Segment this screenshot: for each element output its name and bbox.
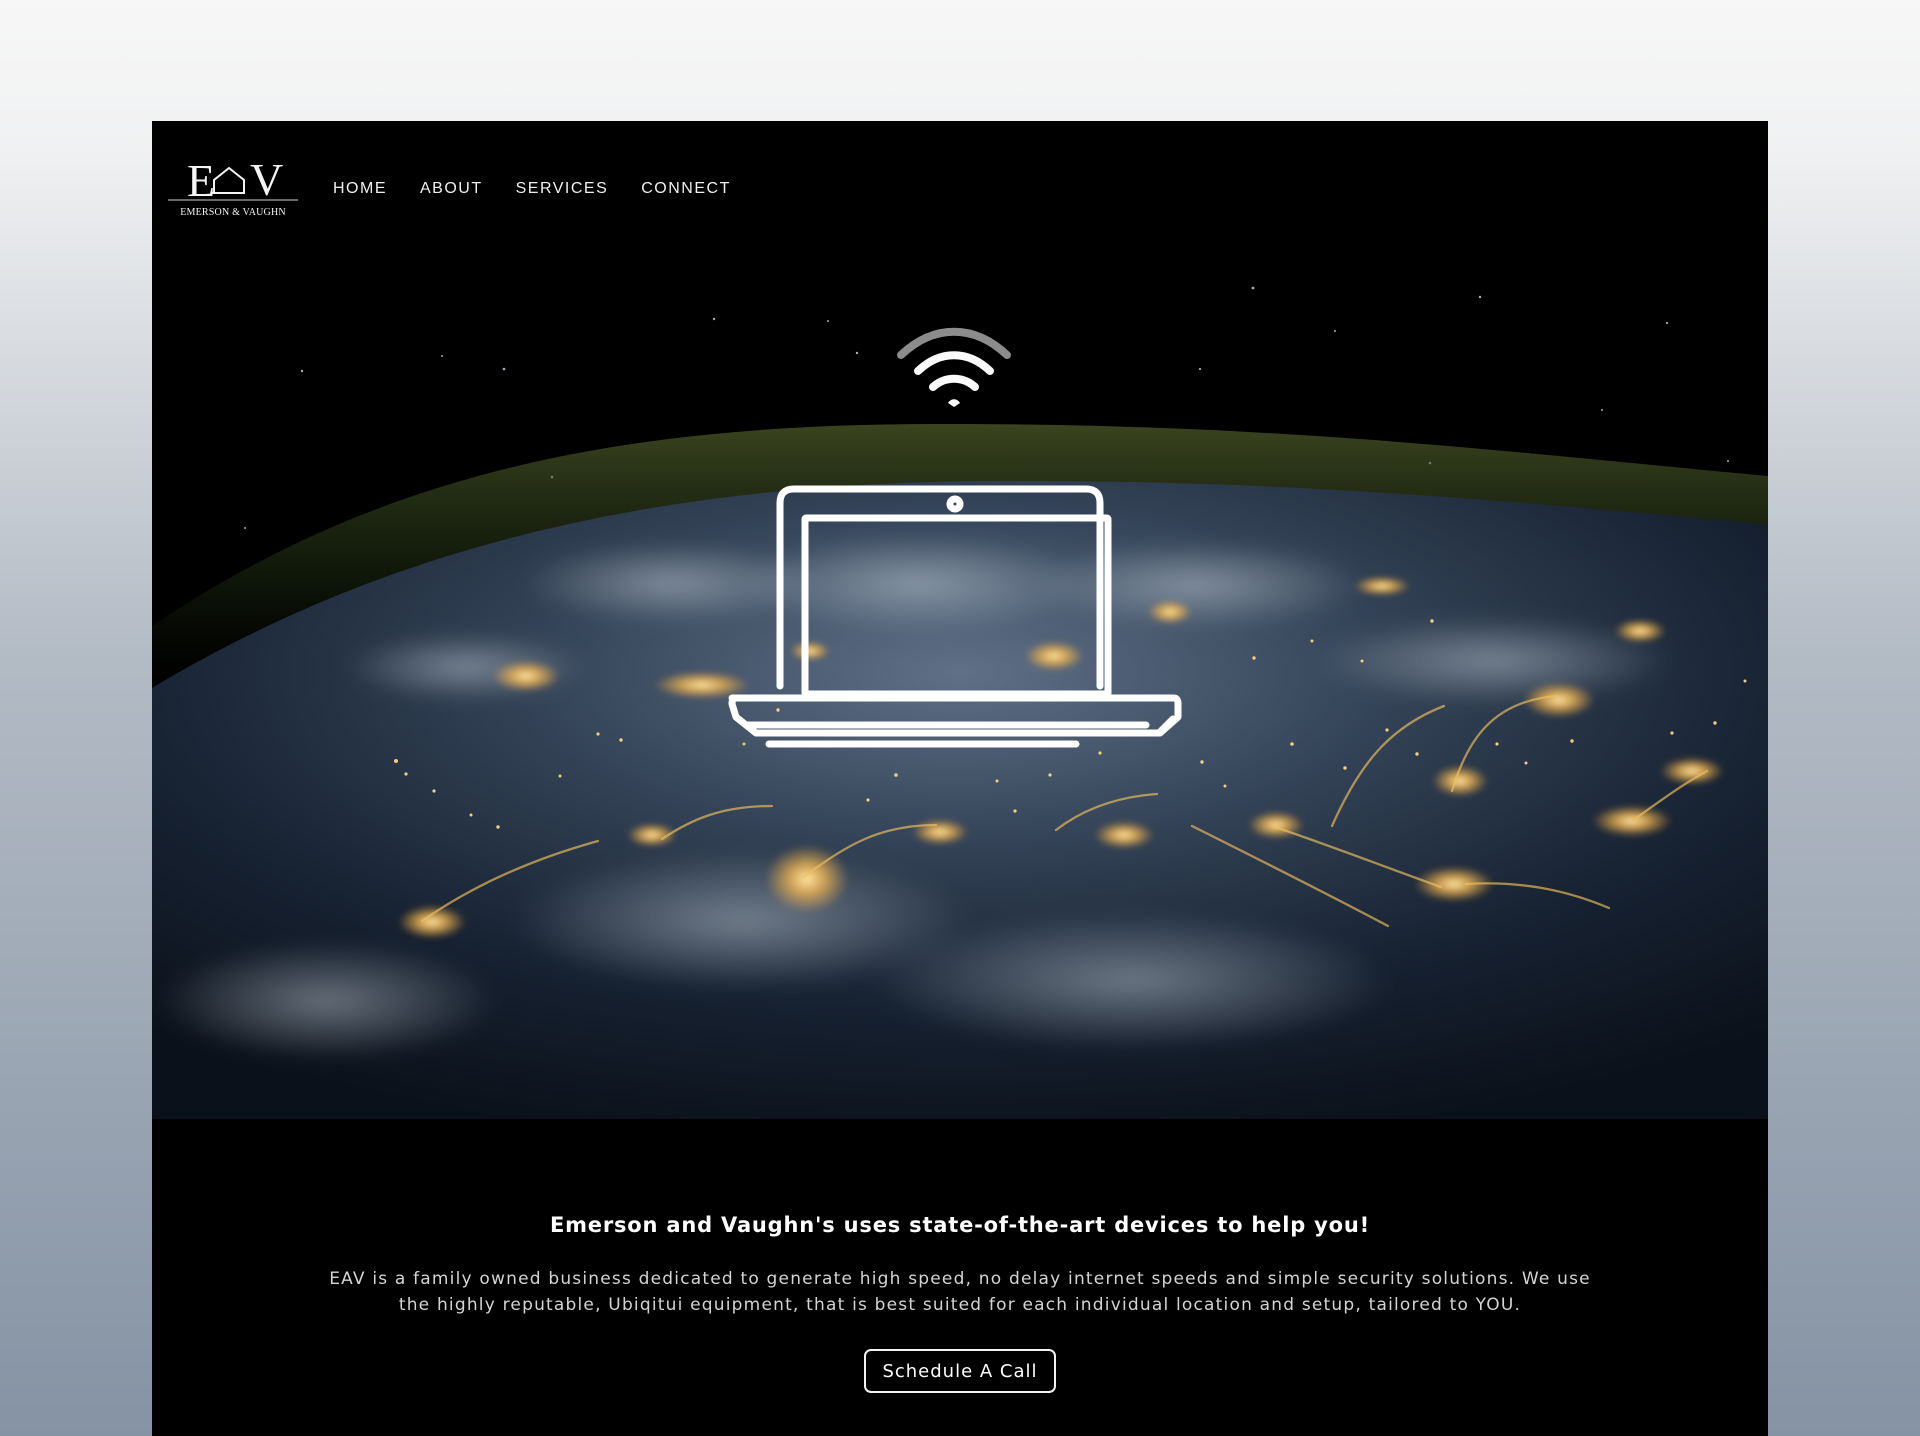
intro-section: Emerson and Vaughn's uses state-of-the-a… [152,1121,1768,1436]
hero-section: E V EMERSON & VAUGHN HOME ABOUT SERVICES… [152,121,1768,1121]
schedule-call-button[interactable]: Schedule A Call [864,1349,1056,1393]
nav-about[interactable]: ABOUT [420,180,483,198]
nav-links: HOME ABOUT SERVICES CONNECT [333,180,731,198]
nav-services[interactable]: SERVICES [516,180,609,198]
brand-logo-link[interactable]: E V EMERSON & VAUGHN [168,151,298,223]
intro-description: EAV is a family owned business dedicated… [329,1269,1591,1315]
laptop-icon [728,485,1182,748]
svg-text:V: V [250,154,283,205]
wifi-icon [897,327,1011,407]
nav-connect[interactable]: CONNECT [641,180,731,198]
website-frame: E V EMERSON & VAUGHN HOME ABOUT SERVICES… [152,121,1768,1436]
main-navigation: E V EMERSON & VAUGHN HOME ABOUT SERVICES… [168,151,731,223]
nav-home[interactable]: HOME [333,180,387,198]
intro-heading: Emerson and Vaughn's uses state-of-the-a… [549,1213,1371,1238]
brand-tagline: EMERSON & VAUGHN [180,207,286,218]
svg-text:E: E [187,155,215,206]
